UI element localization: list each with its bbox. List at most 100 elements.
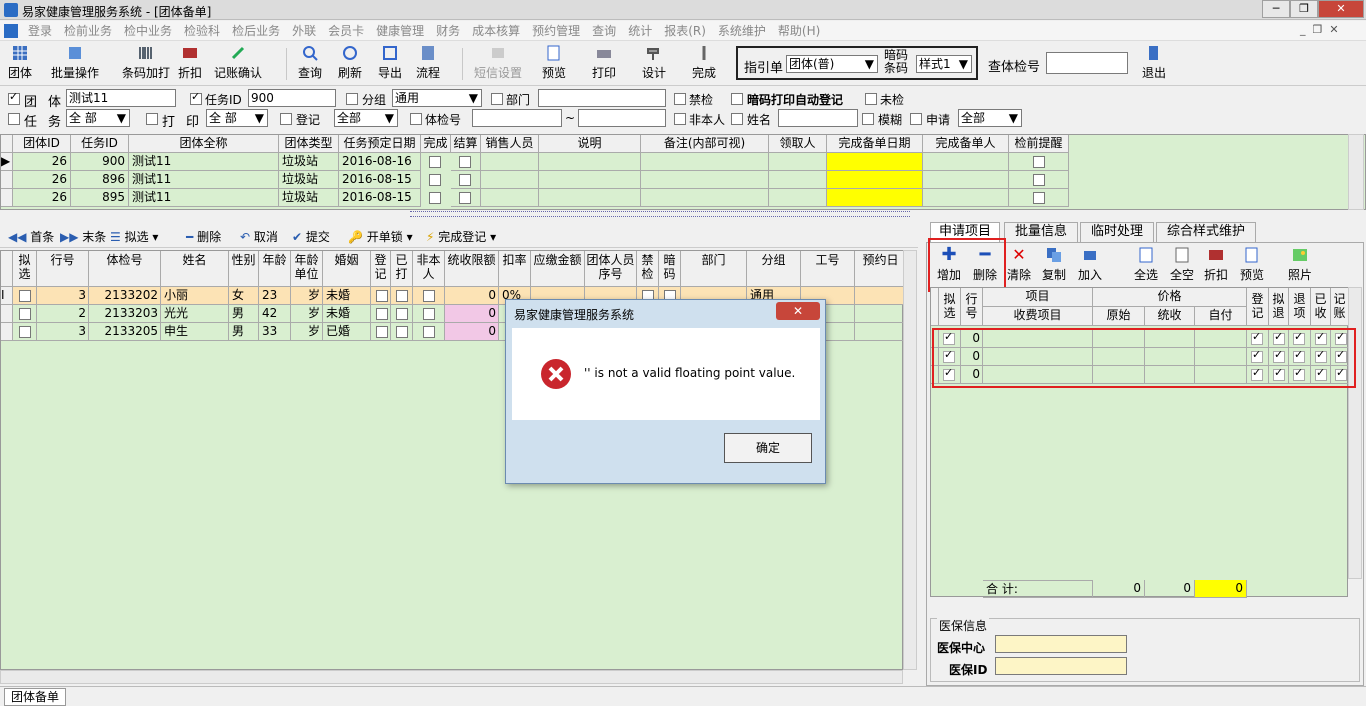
menu-item[interactable]: 查询 <box>586 21 622 41</box>
name-checkbox[interactable] <box>731 113 743 125</box>
menu-item[interactable]: 会员卡 <box>322 21 370 41</box>
apply-select[interactable]: 全部 ▼ <box>958 109 1022 127</box>
taskid-input[interactable]: 900 <box>248 89 336 107</box>
name-input[interactable] <box>778 109 858 127</box>
menu-item[interactable]: 预约管理 <box>526 21 586 41</box>
menu-item[interactable]: 外联 <box>286 21 322 41</box>
reminder-checkbox[interactable] <box>1033 192 1045 204</box>
notcheck-checkbox[interactable] <box>865 93 877 105</box>
subgroup-select[interactable]: 通用 ▼ <box>392 89 482 107</box>
dark-checkbox[interactable] <box>731 93 743 105</box>
dept-input[interactable] <box>538 89 666 107</box>
menu-item[interactable]: 统计 <box>622 21 658 41</box>
reminder-checkbox[interactable] <box>1033 156 1045 168</box>
ban-checkbox[interactable] <box>674 93 686 105</box>
maximize-button[interactable]: ❐ <box>1290 0 1318 18</box>
nonself-checkbox[interactable] <box>423 308 435 320</box>
first-button[interactable]: ◀◀ 首条 <box>8 228 54 245</box>
group-button[interactable]: 团体 <box>6 44 34 81</box>
reminder-checkbox[interactable] <box>1033 174 1045 186</box>
batch-button[interactable]: 批量操作 <box>46 44 104 81</box>
refresh-button[interactable]: 刷新 <box>336 44 364 81</box>
menu-item[interactable]: 登录 <box>22 21 58 41</box>
export-button[interactable]: 导出 <box>376 44 404 81</box>
menu-item[interactable]: 财务 <box>430 21 466 41</box>
top-grid-scrollbar[interactable] <box>1348 134 1364 210</box>
tab-batch-info[interactable]: 批量信息 <box>1004 222 1078 242</box>
complete-checkbox[interactable] <box>429 156 441 168</box>
submit-button[interactable]: ✔ 提交 <box>292 228 330 245</box>
exit-button[interactable]: 退出 <box>1140 44 1168 81</box>
menu-item[interactable]: 系统维护 <box>712 21 772 41</box>
exam-checkbox[interactable] <box>410 113 422 125</box>
printed-checkbox[interactable] <box>396 326 408 338</box>
complete-button[interactable]: ⚡ 完成登记 ▾ <box>426 228 496 245</box>
cancel-button[interactable]: ↶ 取消 <box>240 228 278 245</box>
minimize-button[interactable]: ─ <box>1262 0 1290 18</box>
discount-button[interactable]: 折扣 <box>176 44 204 81</box>
menu-item[interactable]: 检前业务 <box>58 21 118 41</box>
finish-button[interactable]: 完成 <box>690 44 718 81</box>
medical-id-input[interactable] <box>995 657 1127 675</box>
status-tab[interactable]: 团体备单 <box>4 688 67 706</box>
select-checkbox[interactable] <box>19 290 31 302</box>
query-button[interactable]: 查询 <box>296 44 324 81</box>
menu-item[interactable]: 检验科 <box>178 21 226 41</box>
guide-select[interactable]: 团体(普) ▼ <box>786 55 878 73</box>
register-checkbox[interactable] <box>376 308 388 320</box>
close-button[interactable]: ✕ <box>1318 0 1364 18</box>
select-checkbox[interactable] <box>19 308 31 320</box>
design-button[interactable]: 设计 <box>640 44 668 81</box>
select-button[interactable]: ☰ 拟选 ▾ <box>110 228 158 245</box>
clear-button[interactable]: ✕ 清除 <box>1006 246 1032 283</box>
nonself-checkbox[interactable] <box>674 113 686 125</box>
unlock-button[interactable]: 🔑 开单锁 ▾ <box>348 228 413 245</box>
nonself-checkbox[interactable] <box>423 290 435 302</box>
right-discount-button[interactable]: 折扣 <box>1202 246 1230 283</box>
last-button[interactable]: ▶▶ 末条 <box>60 228 106 245</box>
menu-item[interactable]: 健康管理 <box>370 21 430 41</box>
copy-button[interactable]: 复制 <box>1040 246 1068 283</box>
menu-item[interactable]: 成本核算 <box>466 21 526 41</box>
splitter[interactable] <box>410 211 910 217</box>
nonself-checkbox[interactable] <box>423 326 435 338</box>
clear-all-button[interactable]: 全空 <box>1168 246 1196 283</box>
print-checkbox[interactable] <box>146 113 158 125</box>
tab-style[interactable]: 综合样式维护 <box>1156 222 1256 242</box>
account-button[interactable]: 记账确认 <box>210 44 266 81</box>
subgroup-checkbox[interactable] <box>346 93 358 105</box>
select-checkbox[interactable] <box>19 326 31 338</box>
dialog-ok-button[interactable]: 确定 <box>724 433 812 463</box>
barcode-button[interactable]: 条码加打 <box>118 44 174 81</box>
sms-button[interactable]: 短信设置 <box>470 44 526 81</box>
exam-to-input[interactable] <box>578 109 666 127</box>
reg-checkbox[interactable] <box>280 113 292 125</box>
register-checkbox[interactable] <box>376 290 388 302</box>
menu-item[interactable]: 帮助(H) <box>772 21 826 41</box>
taskid-checkbox[interactable] <box>190 90 202 105</box>
delete-button[interactable]: ━ 删除 <box>186 228 221 245</box>
printed-checkbox[interactable] <box>396 308 408 320</box>
main-grid-vscroll[interactable] <box>903 250 917 670</box>
print-button[interactable]: 打印 <box>590 44 618 81</box>
check-input[interactable] <box>1046 52 1128 74</box>
preview-button[interactable]: 预览 <box>540 44 568 81</box>
menu-item[interactable]: 报表(R) <box>658 21 712 41</box>
main-grid-hscroll[interactable] <box>0 670 903 684</box>
style-select[interactable]: 样式1 ▼ <box>916 55 972 73</box>
printed-checkbox[interactable] <box>396 290 408 302</box>
task-select[interactable]: 全 部 ▼ <box>66 109 130 127</box>
menu-item[interactable]: 检中业务 <box>118 21 178 41</box>
dept-checkbox[interactable] <box>491 93 503 105</box>
complete-checkbox[interactable] <box>429 174 441 186</box>
flow-button[interactable]: 流程 <box>414 44 442 81</box>
reg-select[interactable]: 全部 ▼ <box>334 109 398 127</box>
group-input[interactable]: 测试11 <box>66 89 176 107</box>
apply-checkbox[interactable] <box>910 113 922 125</box>
medical-center-input[interactable] <box>995 635 1127 653</box>
register-checkbox[interactable] <box>376 326 388 338</box>
join-button[interactable]: 加入 <box>1076 246 1104 283</box>
photo-button[interactable]: 照片 <box>1286 246 1314 283</box>
print-select[interactable]: 全 部 ▼ <box>206 109 268 127</box>
group-checkbox[interactable] <box>8 90 20 105</box>
